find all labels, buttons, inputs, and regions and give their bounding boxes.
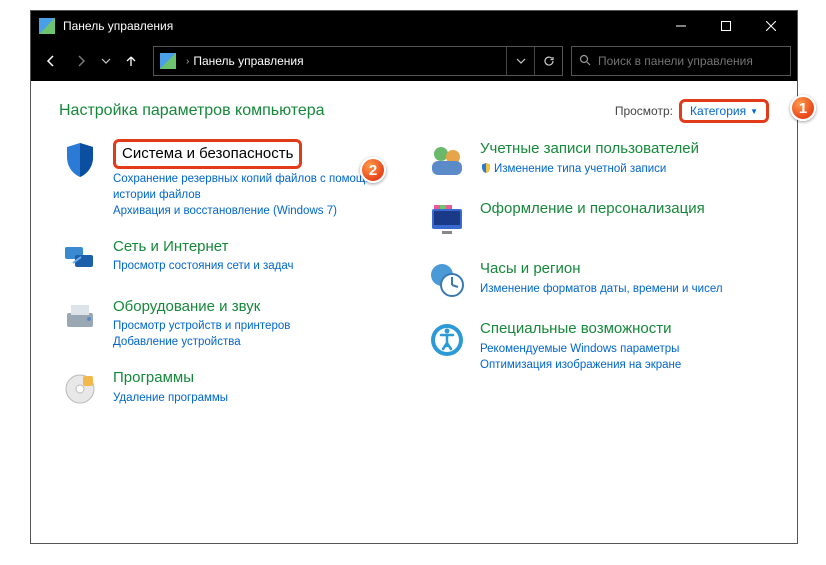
- category-system-security: Система и безопасность Сохранение резерв…: [59, 139, 402, 219]
- breadcrumb-current[interactable]: Панель управления: [193, 54, 303, 68]
- uac-shield-icon: [480, 162, 492, 174]
- category-title[interactable]: Специальные возможности: [480, 319, 769, 339]
- content-area: Настройка параметров компьютера Просмотр…: [31, 81, 797, 543]
- category-link[interactable]: Удаление программы: [113, 390, 402, 406]
- globe-icon: [59, 237, 101, 279]
- category-title[interactable]: Программы: [113, 368, 402, 388]
- category-link[interactable]: Изменение типа учетной записи: [480, 161, 769, 177]
- printer-icon: [59, 297, 101, 339]
- left-column: Система и безопасность Сохранение резерв…: [59, 139, 402, 428]
- search-icon: [572, 54, 598, 69]
- maximize-button[interactable]: [703, 11, 748, 41]
- users-icon: [426, 139, 468, 181]
- shield-icon: [59, 139, 101, 181]
- annotation-badge-2: 2: [360, 157, 386, 183]
- category-title[interactable]: Учетные записи пользователей: [480, 139, 769, 159]
- category-link[interactable]: Сохранение резервных копий файлов с помо…: [113, 171, 402, 203]
- programs-icon: [59, 368, 101, 410]
- refresh-button[interactable]: [534, 47, 562, 75]
- chevron-right-icon: ›: [186, 56, 189, 67]
- view-label: Просмотр:: [615, 104, 673, 118]
- category-title[interactable]: Оформление и персонализация: [480, 199, 769, 219]
- category-link[interactable]: Оптимизация изображения на экране: [480, 357, 769, 373]
- address-icon: [160, 53, 176, 69]
- category-programs: Программы Удаление программы: [59, 368, 402, 410]
- category-user-accounts: Учетные записи пользователей Изменение т…: [426, 139, 769, 181]
- category-title[interactable]: Сеть и Интернет: [113, 237, 402, 257]
- close-button[interactable]: [748, 11, 793, 41]
- recent-dropdown[interactable]: [97, 47, 115, 75]
- category-link[interactable]: Рекомендуемые Windows параметры: [480, 341, 769, 357]
- category-hardware: Оборудование и звук Просмотр устройств и…: [59, 297, 402, 351]
- category-link[interactable]: Архивация и восстановление (Windows 7): [113, 203, 402, 219]
- category-link[interactable]: Добавление устройства: [113, 334, 402, 350]
- right-column: Учетные записи пользователей Изменение т…: [426, 139, 769, 428]
- accessibility-icon: [426, 319, 468, 361]
- address-bar[interactable]: › Панель управления: [153, 46, 563, 76]
- clock-icon: [426, 259, 468, 301]
- category-appearance: Оформление и персонализация: [426, 199, 769, 241]
- category-clock-region: Часы и регион Изменение форматов даты, в…: [426, 259, 769, 301]
- view-dropdown[interactable]: Категория ▼: [679, 99, 769, 123]
- address-dropdown[interactable]: [506, 47, 534, 75]
- window-frame: Панель управления ›: [30, 10, 798, 544]
- monitor-icon: [426, 199, 468, 241]
- category-title[interactable]: Система и безопасность: [113, 139, 302, 169]
- view-value: Категория: [690, 104, 746, 118]
- forward-button[interactable]: [67, 47, 95, 75]
- titlebar: Панель управления: [31, 11, 797, 41]
- minimize-button[interactable]: [658, 11, 703, 41]
- category-link[interactable]: Просмотр устройств и принтеров: [113, 318, 402, 334]
- category-link[interactable]: Изменение форматов даты, времени и чисел: [480, 281, 769, 297]
- search-input[interactable]: [598, 54, 790, 68]
- window-title: Панель управления: [63, 19, 658, 33]
- navbar: › Панель управления: [31, 41, 797, 81]
- back-button[interactable]: [37, 47, 65, 75]
- category-network: Сеть и Интернет Просмотр состояния сети …: [59, 237, 402, 279]
- annotation-badge-1: 1: [790, 95, 816, 121]
- up-button[interactable]: [117, 47, 145, 75]
- page-heading: Настройка параметров компьютера: [59, 102, 615, 120]
- category-link[interactable]: Просмотр состояния сети и задач: [113, 258, 402, 274]
- category-title[interactable]: Часы и регион: [480, 259, 769, 279]
- category-title[interactable]: Оборудование и звук: [113, 297, 402, 317]
- category-accessibility: Специальные возможности Рекомендуемые Wi…: [426, 319, 769, 373]
- search-box[interactable]: [571, 46, 791, 76]
- chevron-down-icon: ▼: [750, 107, 758, 116]
- app-icon: [39, 18, 55, 34]
